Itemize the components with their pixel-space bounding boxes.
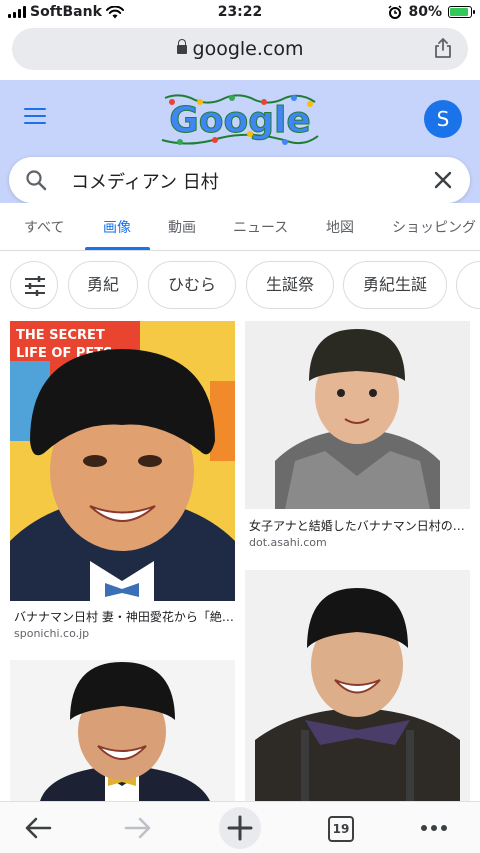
refinement-chips: 勇紀 ひむら 生誕祭 勇紀生誕 <box>0 261 480 309</box>
browser-toolbar: 19 <box>0 801 480 853</box>
tune-icon <box>25 276 45 296</box>
logo-text: Google <box>169 100 311 141</box>
url-display[interactable]: google.com <box>12 38 468 60</box>
more-menu-icon[interactable] <box>416 810 452 846</box>
result-image[interactable] <box>245 570 470 801</box>
forward-icon[interactable] <box>120 810 156 846</box>
result-title[interactable]: 女子アナと結婚したバナナマン日村の… <box>249 517 470 534</box>
search-tabs: すべて 画像 動画 ニュース 地図 ショッピング <box>0 203 480 250</box>
search-box[interactable]: コメディアン 日村 <box>9 157 470 203</box>
alarm-icon <box>388 5 403 19</box>
battery-percent: 80% <box>408 4 442 20</box>
account-avatar[interactable]: S <box>424 100 462 138</box>
clear-icon[interactable] <box>432 169 454 191</box>
tab-news[interactable]: ニュース <box>233 217 288 237</box>
share-icon[interactable] <box>434 38 452 58</box>
tab-all[interactable]: すべて <box>24 217 64 237</box>
result-title[interactable]: バナナマン日村 妻・神田愛花から「絶… <box>14 608 235 625</box>
tab-videos[interactable]: 動画 <box>168 217 196 237</box>
back-icon[interactable] <box>20 810 56 846</box>
chip-birthday-festival[interactable]: 生誕祭 <box>246 261 334 309</box>
result-card[interactable] <box>245 570 470 801</box>
tab-maps[interactable]: 地図 <box>326 217 354 237</box>
tab-shopping[interactable]: ショッピング <box>392 217 476 237</box>
result-card[interactable]: 女子アナと結婚したバナナマン日村の… dot.asahi.com <box>245 321 470 557</box>
result-source: dot.asahi.com <box>249 536 327 549</box>
result-image[interactable] <box>245 321 470 509</box>
chip-more[interactable] <box>456 261 480 309</box>
tab-images[interactable]: 画像 <box>103 217 131 237</box>
tune-button[interactable] <box>10 261 58 309</box>
tab-switcher-button[interactable]: 19 <box>328 816 354 842</box>
result-image[interactable] <box>10 660 235 801</box>
lock-icon <box>176 39 187 54</box>
menu-icon[interactable] <box>24 108 46 129</box>
result-card[interactable] <box>10 660 235 801</box>
plus-icon <box>227 815 253 841</box>
status-right: 80% <box>388 4 475 20</box>
address-bar[interactable]: google.com <box>12 28 468 70</box>
search-icon[interactable] <box>25 169 47 191</box>
tabs-divider <box>0 250 480 251</box>
chip-himura[interactable]: ひむら <box>148 261 236 309</box>
chip-yuki-birthday[interactable]: 勇紀生誕 <box>343 261 447 309</box>
new-tab-button[interactable] <box>219 807 261 849</box>
result-image[interactable]: THE SECRET LIFE OF PETS <box>10 321 235 601</box>
battery-icon <box>448 6 475 18</box>
url-text: google.com <box>192 38 304 60</box>
search-query[interactable]: コメディアン 日村 <box>71 168 219 194</box>
result-source: sponichi.co.jp <box>14 627 90 640</box>
google-doodle-logo[interactable]: Google <box>160 90 320 150</box>
chip-yuki[interactable]: 勇紀 <box>68 261 138 309</box>
result-card[interactable]: THE SECRET LIFE OF PETS バナナマン日村 妻・神田愛花から… <box>10 321 235 641</box>
poster-text: THE SECRET <box>16 328 105 343</box>
status-bar: SoftBank 23:22 80% <box>0 0 480 24</box>
